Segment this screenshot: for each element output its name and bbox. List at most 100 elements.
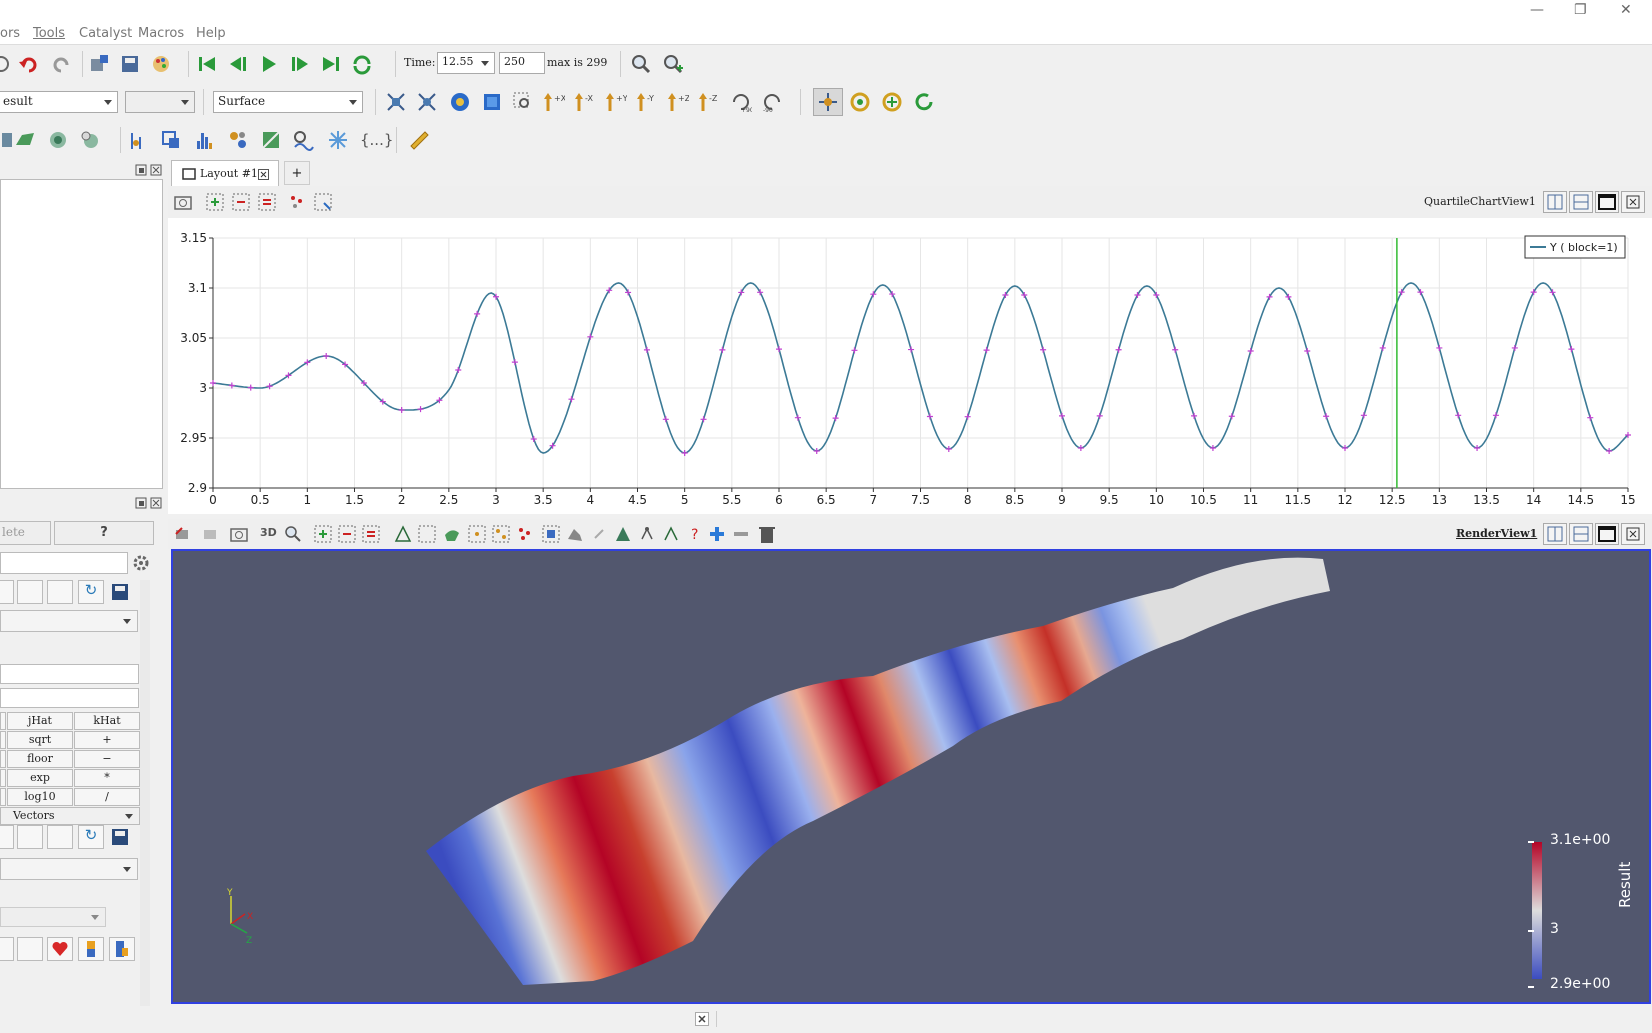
render-close-button[interactable] xyxy=(1621,523,1645,545)
toggle-selection-icon[interactable] xyxy=(258,193,276,211)
play-icon[interactable] xyxy=(258,53,280,75)
minus-button[interactable]: − xyxy=(74,750,140,768)
restore-button[interactable]: ❐ xyxy=(1574,2,1587,18)
menu-tools[interactable]: Tools xyxy=(33,26,65,41)
ruler-icon[interactable] xyxy=(408,129,430,151)
undo-camera-icon[interactable] xyxy=(174,525,192,543)
line-chart[interactable]: 0 0.5 1 1.5 2 2.5 3 3.5 4 4.5 5 5.5 6 6.5 7 7.5 8 8.5 9 9.5… xyxy=(168,218,1652,514)
reset-center-icon[interactable] xyxy=(913,91,935,113)
search-properties-input[interactable] xyxy=(0,552,128,574)
time-value-combo[interactable]: 12.55 xyxy=(437,52,495,74)
menu-catalyst[interactable]: Catalyst xyxy=(79,26,132,41)
select-polygon-icon[interactable] xyxy=(418,525,436,543)
save-state-icon[interactable] xyxy=(119,53,141,75)
custom-range-icon[interactable] xyxy=(109,937,135,961)
view-minus-y-icon[interactable]: -Y xyxy=(636,91,658,113)
select-blocks-icon[interactable] xyxy=(516,525,534,543)
select-points-on-icon[interactable] xyxy=(338,525,356,543)
threshold-icon[interactable] xyxy=(128,129,150,151)
view-plus-z-icon[interactable]: +Z xyxy=(667,91,689,113)
group-datasets-icon[interactable] xyxy=(327,129,349,151)
split-horizontal-button[interactable] xyxy=(1543,191,1567,213)
jhat-button[interactable]: jHat xyxy=(7,712,73,730)
remove-icon[interactable] xyxy=(732,525,750,543)
warp-icon[interactable] xyxy=(292,129,314,151)
histogram-icon[interactable] xyxy=(194,129,216,151)
rotate-minus-90-icon[interactable]: -90 xyxy=(761,91,783,113)
vectors-combo[interactable]: Vectors xyxy=(0,807,140,825)
camera-link-icon[interactable] xyxy=(88,53,110,75)
save-display-defaults-icon[interactable] xyxy=(110,827,130,847)
calc-cell-edge[interactable] xyxy=(0,712,6,730)
menu-filters[interactable]: ors xyxy=(0,26,20,41)
clear-selection-icon[interactable] xyxy=(592,527,606,541)
view-minus-z-icon[interactable]: -Z xyxy=(698,91,720,113)
minimize-button[interactable]: — xyxy=(1530,2,1544,18)
zoom-to-box-icon[interactable] xyxy=(481,91,503,113)
clip-icon[interactable] xyxy=(47,129,69,151)
exp-button[interactable]: exp xyxy=(7,769,73,787)
shrink-selection-icon[interactable] xyxy=(566,525,584,543)
zoom-closest-icon[interactable] xyxy=(662,53,684,75)
float-icon[interactable] xyxy=(135,497,147,509)
paste-display-icon[interactable] xyxy=(47,825,73,849)
select-cells-through-icon[interactable] xyxy=(362,525,380,543)
toggle-3d-button[interactable]: 3D xyxy=(260,526,277,539)
select-region-icon[interactable] xyxy=(314,193,332,211)
calc-cell-edge[interactable] xyxy=(0,731,6,749)
loop-icon[interactable] xyxy=(351,53,373,75)
display-representation-combo[interactable] xyxy=(0,858,138,880)
help-button[interactable]: ? xyxy=(54,521,154,545)
save-defaults-icon[interactable] xyxy=(110,582,130,602)
redo-icon[interactable] xyxy=(50,53,72,75)
khat-button[interactable]: kHat xyxy=(74,712,140,730)
component-combo[interactable] xyxy=(125,91,195,113)
edit-colormap-icon[interactable] xyxy=(47,937,73,961)
time-step-spinbox[interactable]: 250 xyxy=(499,52,545,74)
close-dock-icon[interactable] xyxy=(150,164,162,176)
close-window-button[interactable]: ✕ xyxy=(1620,2,1632,18)
maximize-view-button[interactable] xyxy=(1595,191,1619,213)
redo-camera-icon[interactable] xyxy=(200,525,218,543)
float-icon[interactable] xyxy=(135,164,147,176)
pick-center-icon[interactable] xyxy=(817,91,839,113)
representation-combo[interactable]: Surface xyxy=(213,91,363,113)
reset-properties-icon[interactable]: ↻ xyxy=(78,580,104,604)
view-plus-x-icon[interactable]: +X xyxy=(543,91,565,113)
display-apply-button[interactable] xyxy=(0,825,14,849)
multiply-button[interactable]: * xyxy=(74,769,140,787)
view-plus-y-icon[interactable]: +Y xyxy=(605,91,627,113)
trash-icon[interactable] xyxy=(758,524,776,544)
result-array-name-input[interactable] xyxy=(0,664,139,684)
hover-cells-icon[interactable] xyxy=(492,525,510,543)
close-dock-icon[interactable] xyxy=(150,497,162,509)
plus-button[interactable]: + xyxy=(74,731,140,749)
split-vertical-button[interactable] xyxy=(1569,191,1593,213)
menu-macros[interactable]: Macros xyxy=(138,26,184,41)
gear-icon[interactable] xyxy=(132,554,150,572)
zoom-data-icon[interactable] xyxy=(630,53,652,75)
zoom-to-data-icon[interactable] xyxy=(449,91,471,113)
render-view[interactable]: Y X Z xyxy=(171,549,1651,1004)
extract-subset-icon[interactable] xyxy=(160,129,182,151)
zoom-render-icon[interactable] xyxy=(284,525,302,543)
close-progress-icon[interactable] xyxy=(695,1012,709,1026)
add-selection-icon[interactable] xyxy=(206,193,224,211)
color-palette-icon[interactable] xyxy=(150,53,172,75)
calc-cell-edge[interactable] xyxy=(0,769,6,787)
slice-icon[interactable] xyxy=(79,129,101,151)
show-colorbar-icon[interactable] xyxy=(0,937,14,961)
render-split-horizontal-button[interactable] xyxy=(1543,523,1567,545)
color-array-combo[interactable]: esult xyxy=(0,91,118,113)
link-selection-icon[interactable] xyxy=(638,525,656,543)
query-icon[interactable]: ? xyxy=(686,525,704,543)
floor-button[interactable]: floor xyxy=(7,750,73,768)
capture-screenshot-icon[interactable] xyxy=(174,193,192,211)
calc-cell-edge[interactable] xyxy=(0,750,6,768)
calc-cell-edge[interactable] xyxy=(0,788,6,806)
close-tab-icon[interactable] xyxy=(258,169,269,180)
select-points-through-icon[interactable] xyxy=(394,525,412,543)
stream-tracer-icon[interactable] xyxy=(260,129,282,151)
view-minus-x-icon[interactable]: -X xyxy=(574,91,596,113)
next-frame-icon[interactable] xyxy=(289,53,311,75)
